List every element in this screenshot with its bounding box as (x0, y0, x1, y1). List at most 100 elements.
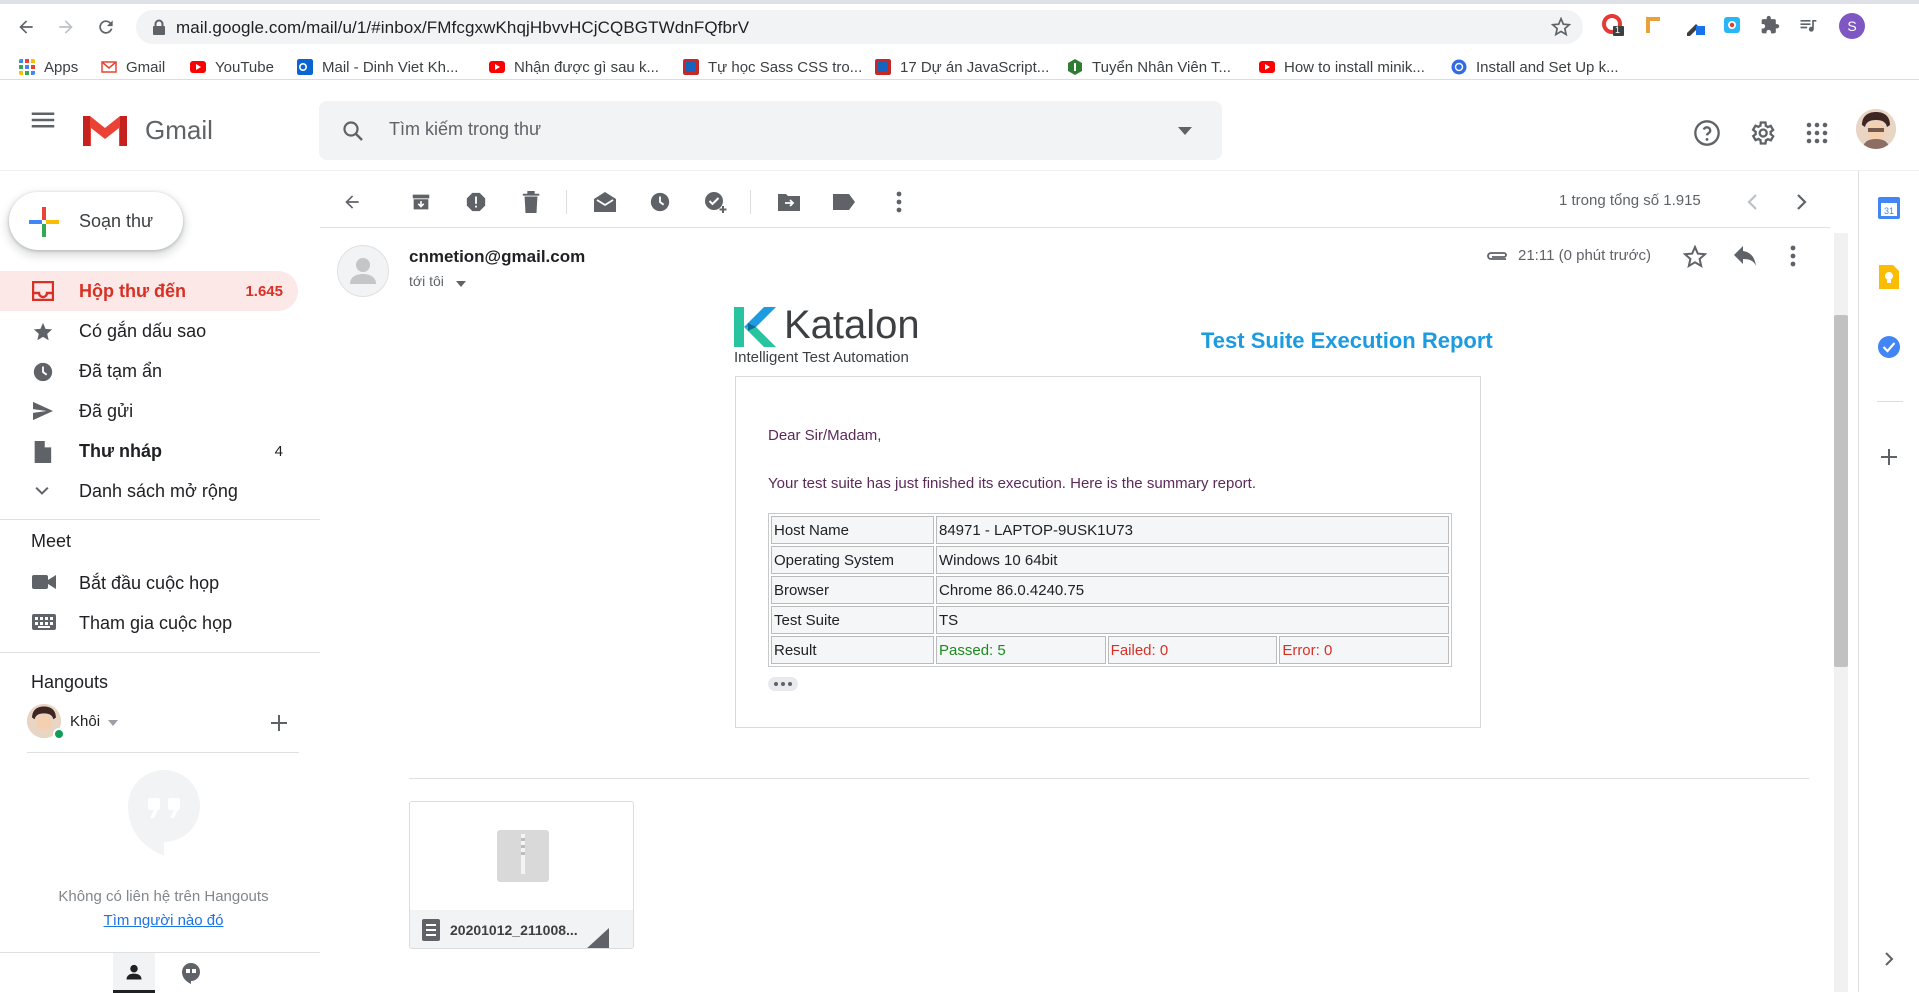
hangouts-add-button[interactable] (268, 712, 290, 734)
extensions-puzzle-icon[interactable] (1758, 13, 1782, 37)
extension-ruler-icon[interactable] (1640, 13, 1664, 37)
archive-button[interactable] (408, 189, 434, 215)
reply-icon (1734, 246, 1756, 266)
older-button[interactable] (1789, 189, 1815, 215)
message-more-button[interactable] (1790, 245, 1804, 271)
table-cell-label: Host Name (771, 516, 934, 544)
snooze-button[interactable] (647, 189, 673, 215)
support-button[interactable] (1692, 118, 1722, 148)
mark-unread-icon (594, 192, 616, 212)
sidebar-item-inbox[interactable]: Hộp thư đến 1.645 (0, 271, 298, 311)
bookmark-outlook[interactable]: Mail - Dinh Viet Kh... (297, 56, 458, 78)
reply-button[interactable] (1733, 245, 1759, 271)
settings-button[interactable] (1747, 118, 1777, 148)
media-playlist-icon[interactable] (1796, 13, 1820, 37)
attachment-filename: 20201012_211008... (450, 922, 578, 938)
sidebar-item-label: Đã tạm ẩn (79, 361, 163, 381)
meet-start-meeting[interactable]: Bắt đầu cuộc họp (0, 563, 298, 603)
address-bar[interactable]: mail.google.com/mail/u/1/#inbox/FMfcgxwK… (136, 10, 1583, 44)
sidebar-item-label: Thư nháp (79, 441, 163, 461)
bookmark-javascript[interactable]: 17 Dự án JavaScript... (875, 56, 1049, 78)
bookmark-apps[interactable]: Apps (19, 56, 78, 78)
hangouts-empty-illustration (126, 768, 202, 858)
sidebar-item-snoozed[interactable]: Đã tạm ẩn (0, 351, 298, 391)
forward-button[interactable] (52, 13, 80, 41)
bookmark-sass[interactable]: Tự học Sass CSS tro... (683, 56, 862, 78)
scrollbar-thumb[interactable] (1834, 315, 1848, 667)
outlook-icon (297, 59, 313, 75)
hangouts-bottom-bar (0, 952, 320, 993)
move-to-button[interactable] (776, 189, 802, 215)
sender-avatar[interactable] (337, 245, 389, 297)
keep-lightbulb-icon (1879, 265, 1899, 289)
mail-search[interactable]: Tìm kiếm trong thư (319, 101, 1222, 160)
chrome-profile-avatar[interactable]: S (1839, 13, 1865, 39)
label-icon (833, 194, 855, 210)
gmail-logo[interactable] (80, 112, 130, 150)
tasks-addon[interactable] (1875, 333, 1903, 361)
hangouts-user-menu[interactable]: Khôi (70, 711, 126, 733)
sidebar-item-drafts[interactable]: Thư nháp 4 (0, 431, 298, 471)
show-side-panel-button[interactable] (1875, 945, 1903, 973)
get-addons-button[interactable] (1875, 443, 1903, 471)
extension-eyedropper-icon[interactable] (1683, 13, 1707, 37)
gmail-m-icon (83, 116, 127, 146)
more-vertical-icon (896, 191, 902, 213)
search-options-dropdown-icon[interactable] (1178, 127, 1192, 135)
sidebar-item-sent[interactable]: Đã gửi (0, 391, 298, 431)
compose-button[interactable]: Soạn thư (9, 192, 183, 250)
hangouts-quote-icon (182, 963, 200, 984)
bookmark-gmail[interactable]: Gmail (101, 56, 165, 78)
search-icon[interactable] (341, 119, 365, 143)
lock-icon (153, 19, 165, 35)
extension-capture-icon[interactable] (1720, 13, 1744, 37)
sidebar-item-label: Danh sách mở rộng (79, 481, 238, 501)
newer-button[interactable] (1739, 189, 1765, 215)
bookmark-youtube[interactable]: YouTube (190, 56, 274, 78)
account-avatar[interactable] (1856, 109, 1896, 149)
bookmark-kubernetes[interactable]: Install and Set Up k... (1451, 56, 1619, 78)
keep-addon[interactable] (1875, 263, 1903, 291)
browser-toolbar: mail.google.com/mail/u/1/#inbox/FMfcgxwK… (0, 0, 1919, 80)
google-apps-button[interactable] (1802, 118, 1832, 148)
sidebar-item-more[interactable]: Danh sách mở rộng (0, 471, 298, 511)
sender-email[interactable]: cnmetion@gmail.com (409, 247, 585, 267)
calendar-addon[interactable]: 31 (1875, 193, 1903, 221)
bookmark-minikube[interactable]: How to install minik... (1259, 56, 1425, 78)
attachments-divider (409, 778, 1809, 779)
extension-opera-icon[interactable]: 1 (1601, 13, 1625, 37)
bookmark-star-icon[interactable] (1551, 17, 1571, 37)
star-icon (33, 322, 53, 341)
toolbar-separator (750, 190, 751, 214)
katalon-brand-name: Katalon (784, 303, 920, 347)
attachment-card[interactable]: 20201012_211008... (409, 801, 634, 949)
apps-grid-icon (19, 59, 35, 75)
contacts-tab[interactable] (113, 953, 155, 993)
bookmark-tuyen-dung[interactable]: Tuyển Nhân Viên T... (1067, 56, 1231, 78)
unread-count: 1.645 (245, 283, 283, 300)
archive-file-icon (422, 919, 440, 941)
main-menu-button[interactable] (28, 105, 58, 135)
bookmark-label: Nhận được gì sau k... (514, 58, 659, 76)
mark-unread-button[interactable] (592, 189, 618, 215)
sidebar-item-starred[interactable]: Có gắn dấu sao (0, 311, 298, 351)
back-button[interactable] (12, 13, 40, 41)
back-to-inbox-button[interactable] (339, 189, 365, 215)
show-trimmed-content-button[interactable] (768, 677, 798, 691)
star-message-button[interactable] (1683, 245, 1709, 271)
more-actions-button[interactable] (886, 189, 912, 215)
ellipsis-icon (774, 682, 792, 686)
reload-button[interactable] (92, 13, 120, 41)
find-someone-link[interactable]: Tìm người nào đó (0, 912, 327, 929)
report-spam-button[interactable] (463, 189, 489, 215)
delete-button[interactable] (518, 189, 544, 215)
bookmark-youtube-2[interactable]: Nhận được gì sau k... (489, 56, 659, 78)
labels-button[interactable] (831, 189, 857, 215)
table-cell-value: 84971 - LAPTOP-9USK1U73 (936, 516, 1449, 544)
conversations-tab[interactable] (170, 953, 212, 993)
add-to-tasks-button[interactable] (702, 189, 728, 215)
clock-icon (650, 192, 670, 212)
meet-join-meeting[interactable]: Tham gia cuộc họp (0, 603, 298, 643)
recipient-details-toggle[interactable]: tới tôi (409, 272, 469, 292)
keyboard-icon (32, 614, 56, 630)
